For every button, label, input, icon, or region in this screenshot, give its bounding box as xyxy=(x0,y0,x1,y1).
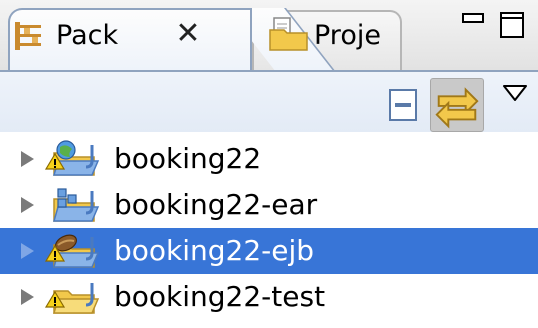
expand-arrow-icon[interactable] xyxy=(18,287,36,307)
tree-item-booking22-test[interactable]: booking22-test xyxy=(0,274,538,320)
tree-item-label: booking22 xyxy=(114,142,262,175)
link-with-editor-icon xyxy=(435,87,479,129)
tree-item-label: booking22-ear xyxy=(114,188,318,221)
expand-arrow-icon[interactable] xyxy=(18,241,36,261)
test-project-icon xyxy=(44,283,100,314)
expand-arrow-icon[interactable] xyxy=(18,195,36,215)
project-tree: booking22 booking22-ear booking22-ejb bo… xyxy=(0,132,538,328)
view-toolbar xyxy=(0,70,538,132)
expand-arrow-icon[interactable] xyxy=(18,149,36,169)
ear-project-icon xyxy=(53,188,100,222)
view-tab-strip: Pack ✕ Proje xyxy=(0,0,538,70)
folder-icon xyxy=(269,17,308,51)
web-project-icon xyxy=(44,140,100,176)
maximize-icon[interactable] xyxy=(500,12,524,38)
tree-item-booking22[interactable]: booking22 xyxy=(0,136,538,182)
package-explorer-icon xyxy=(15,22,41,50)
tree-item-booking22-ear[interactable]: booking22-ear xyxy=(0,182,538,228)
tab-project-explorer-label: Proje xyxy=(314,20,381,51)
tab-package-explorer-label: Pack xyxy=(56,20,119,51)
collapse-all-icon[interactable] xyxy=(388,88,420,122)
minimize-icon[interactable] xyxy=(462,10,484,32)
close-icon[interactable]: ✕ xyxy=(172,18,204,50)
link-with-editor-button[interactable] xyxy=(430,78,484,132)
tree-item-booking22-ejb[interactable]: booking22-ejb xyxy=(0,228,538,274)
ejb-project-icon xyxy=(44,234,100,268)
tree-item-label: booking22-ejb xyxy=(114,234,315,267)
tab-package-explorer[interactable] xyxy=(8,8,252,70)
tree-item-label: booking22-test xyxy=(114,280,326,313)
view-menu-icon[interactable] xyxy=(502,84,528,102)
